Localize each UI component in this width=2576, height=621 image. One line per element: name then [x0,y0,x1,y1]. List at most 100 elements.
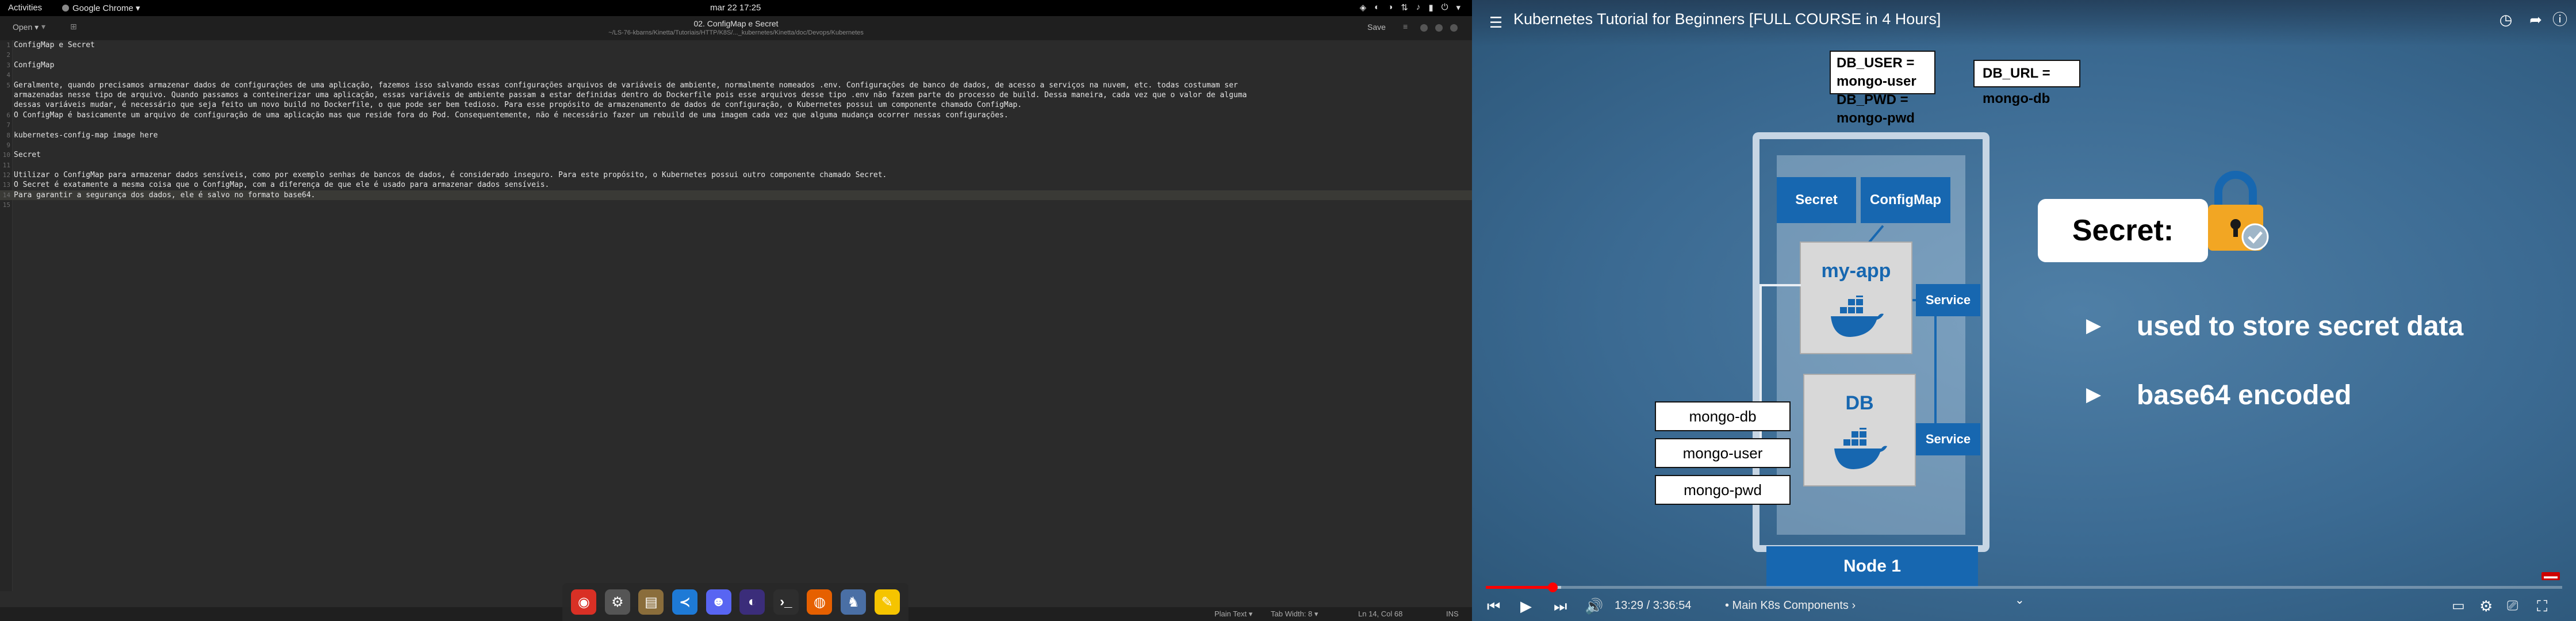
next-icon[interactable]: ⏭ [1554,597,1567,615]
db-url-box: DB_URL = mongo-db [1973,60,2080,106]
app-menu[interactable]: Google Chrome ▾ [62,3,140,13]
gedit-header-bar: Open ▾ ▾ ⊞ 02. ConfigMap e Secret ~/LS-7… [0,16,1472,40]
chrome-icon[interactable]: ◉ [571,589,597,615]
db-pwd-label: DB_PWD = mongo-pwd [1837,92,1915,126]
editor-line[interactable]: 5 Geralmente, quando precisamos armazenar… [0,80,1472,90]
line-number: 3 [6,61,10,69]
line-number: 2 [6,51,10,59]
minimize-button[interactable] [1420,24,1428,32]
line-text: O ConfigMap é basicamente um arquivo de … [14,110,1009,120]
editor-line[interactable]: 4 [0,70,1472,80]
line-text: armazenadas nesse tipo de arquivo. Quand… [14,90,1247,99]
editor-line[interactable]: 11 [0,160,1472,170]
docker-whale-icon [1831,296,1884,337]
cursor-position[interactable]: Ln 14, Col 68 [1358,610,1402,618]
settings-icon[interactable]: ⚙ [604,589,630,615]
eclipse-icon[interactable]: ◐ [739,589,765,615]
mongo-pwd-label: mongo-pwd [1655,475,1791,505]
system-menu-chevron-icon[interactable]: ▾ [1456,2,1460,13]
notes-icon[interactable]: ✎ [874,589,900,615]
line-number: 11 [2,161,10,169]
service-box-1: Service [1916,284,1980,316]
line-text: Para garantir a segurança dos dados, ele… [14,190,316,200]
steam-tray-icon[interactable]: ◐ [1374,2,1379,13]
editor-line[interactable]: 12 Utilizar o ConfigMap para armazenar da… [0,170,1472,180]
my-app-label: my-app [1821,260,1891,282]
eclipse-tray-icon[interactable]: ◑ [1387,2,1393,13]
video-title[interactable]: Kubernetes Tutorial for Beginners [FULL … [1513,10,1941,28]
editor-line[interactable]: 10 Secret [0,150,1472,160]
robot-icon[interactable]: ♞ [841,589,867,615]
firefox-icon[interactable]: ◍ [807,589,833,615]
share-icon[interactable]: ➦ [2525,9,2546,30]
my-app-pod: my-app [1800,241,1912,354]
language-selector[interactable]: Plain Text ▾ [1214,610,1252,619]
archive-icon[interactable]: ▤ [638,589,664,615]
editor-line[interactable]: armazenadas nesse tipo de arquivo. Quand… [0,90,1472,100]
settings-icon[interactable]: ⚙ [2479,597,2493,615]
editor-line[interactable]: 9 [0,140,1472,150]
clock[interactable]: mar 22 17:25 [710,3,761,13]
played-bar [1486,586,1553,589]
db-pod: DB [1803,374,1916,486]
save-button[interactable]: Save [1367,22,1386,32]
editor-line[interactable]: 14 Para garantir a segurança dos dados, e… [0,190,1472,201]
info-icon[interactable]: ⓘ [2550,9,2570,30]
line-number: 13 [2,181,10,189]
previous-icon[interactable]: ⏮ [1487,597,1500,615]
insert-mode: INS [1446,610,1459,618]
service-link [1934,316,1937,423]
line-text: dessas variáveis mudar, é necessário que… [14,101,1022,110]
maximize-button[interactable] [1435,24,1443,32]
youtube-player[interactable]: ☰ Kubernetes Tutorial for Beginners [FUL… [1472,0,2576,621]
editor-line[interactable]: 2 [0,50,1472,60]
watch-later-icon[interactable]: ◷ [2496,9,2516,30]
fullscreen-icon[interactable]: ⛶ [2537,597,2547,615]
tab-width-selector[interactable]: Tab Width: 8 ▾ [1271,610,1318,619]
discord-tray-icon[interactable]: ◈ [1360,2,1367,13]
progress-bar[interactable] [1486,582,2562,592]
line-text: ConfigMap e Secret [14,41,95,49]
subtitles-icon[interactable]: ▭ [2452,597,2465,615]
vscode-icon[interactable]: ≺ [672,589,698,615]
editor-line[interactable]: 1 ConfigMap e Secret [0,40,1472,50]
network-icon: ⇅ [1401,3,1408,13]
editor-line[interactable]: 13 O Secret é exatamente a mesma coisa qu… [0,180,1472,190]
play-icon[interactable]: ▶ [1520,597,1532,615]
hamburger-menu-icon[interactable]: ≡ [1403,22,1408,31]
gnome-top-bar: Activities Google Chrome ▾ mar 22 17:25 … [0,0,1472,16]
env-vars-box: DB_USER = mongo-user DB_PWD = mongo-pwd [1830,51,1935,126]
system-tray[interactable]: ◈ ◐ ◑ ⇅ ♪ ▮ ⏻ ▾ [1360,2,1460,13]
line-text: Geralmente, quando precisamos armazenar … [14,80,1238,90]
chapter-chevron-icon[interactable]: ⌄ [2015,591,2025,610]
terminal-icon[interactable]: ›_ [773,589,799,615]
db-user-label: DB_USER = mongo-user [1837,55,1916,89]
chrome-icon [62,5,69,12]
line-text: ConfigMap [14,60,55,70]
editor-line[interactable]: 6 O ConfigMap é basicamente um arquivo de… [0,110,1472,120]
line-number: 7 [6,121,10,129]
configmap-box: ConfigMap [1861,177,1950,223]
volume-icon[interactable]: 🔊 [1585,597,1603,615]
activities-button[interactable]: Activities [8,3,42,13]
line-number: 9 [6,141,10,149]
db-label: DB [1845,392,1874,414]
text-editor[interactable]: 1 ConfigMap e Secret 2 3 ConfigMap 4 5 Geralmen… [0,40,1472,591]
line-number: 14 [2,191,10,199]
app-wire [1759,284,1801,286]
playlist-menu-icon[interactable]: ☰ [1489,14,1502,32]
line-text: Utilizar o ConfigMap para armazenar dado… [14,171,887,180]
chapter-title[interactable]: • Main K8s Components › [1725,599,1856,612]
editor-line[interactable]: 7 [0,120,1472,130]
editor-line[interactable]: 15 [0,200,1472,210]
close-button[interactable] [1450,24,1458,32]
editor-line[interactable]: 3 ConfigMap [0,60,1472,70]
editor-line[interactable]: dessas variáveis mudar, é necessário que… [0,100,1472,110]
gedit-window: Open ▾ ▾ ⊞ 02. ConfigMap e Secret ~/LS-7… [0,16,1472,621]
editor-line[interactable]: 8 kubernetes-config-map image here [0,131,1472,140]
discord-icon[interactable]: ☻ [706,589,731,615]
app-menu-label: Google Chrome ▾ [72,3,140,13]
line-text: kubernetes-config-map image here [14,131,158,140]
service-1-connector [1912,299,1917,301]
cast-icon[interactable]: ⎚ [2507,597,2518,615]
